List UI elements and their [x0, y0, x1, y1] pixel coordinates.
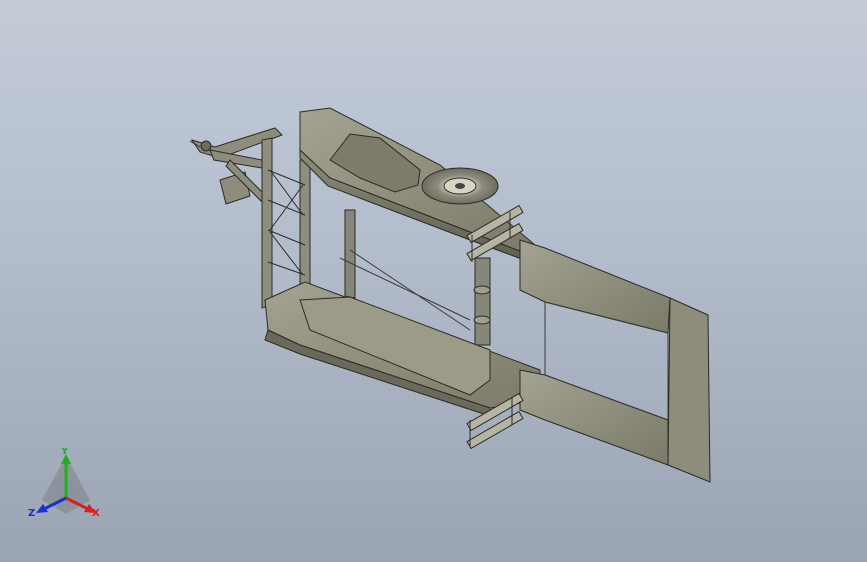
x-axis-label: X: [92, 508, 100, 519]
graphics-viewport[interactable]: Y X Z: [0, 0, 867, 562]
z-axis-label: Z: [28, 508, 35, 519]
spare-wheel: [421, 167, 499, 205]
axis-triad: Y X Z: [28, 448, 100, 519]
y-axis-label: Y: [60, 448, 69, 457]
trailer-frame-model[interactable]: [0, 0, 867, 562]
front-bed-tray: [264, 281, 541, 417]
